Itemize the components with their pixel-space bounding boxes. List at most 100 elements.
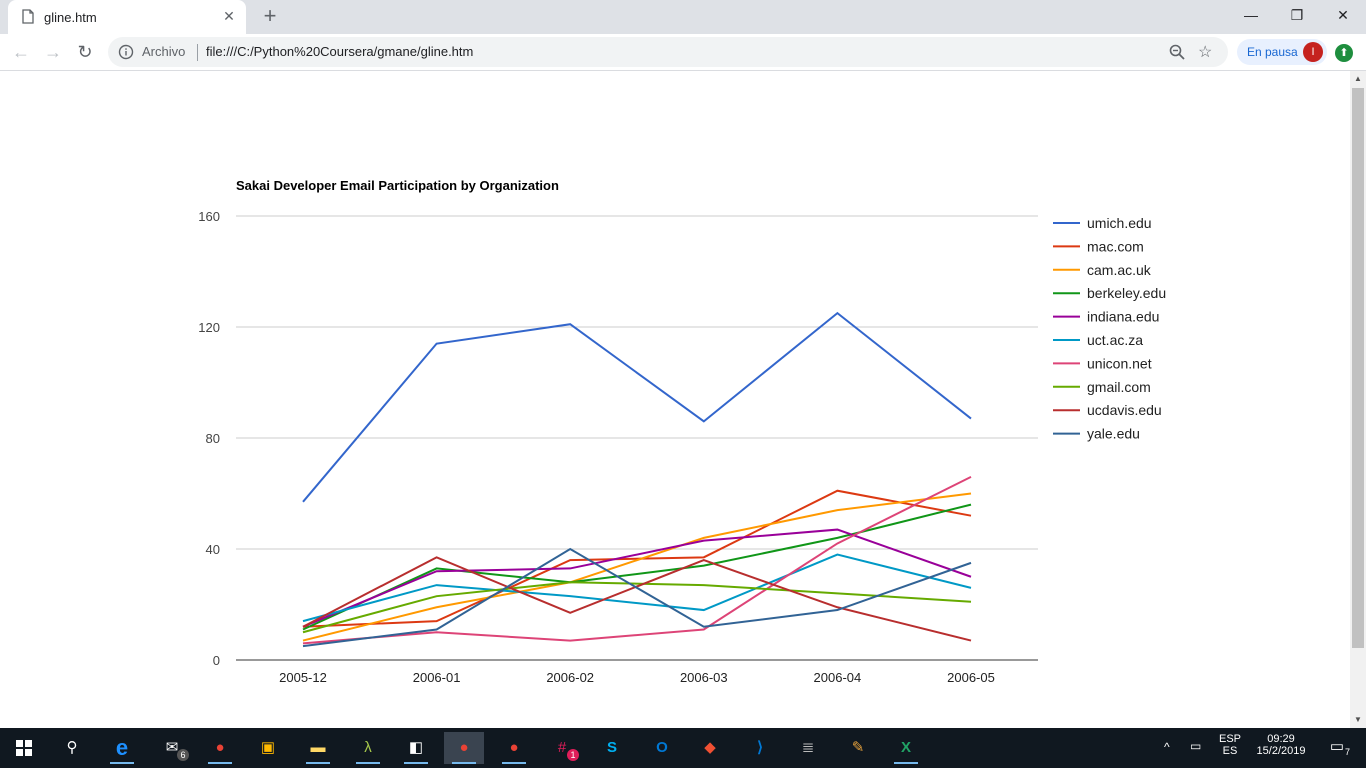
legend-label: umich.edu bbox=[1087, 215, 1152, 231]
file-icon bbox=[22, 9, 34, 24]
tab-strip: gline.htm ✕ + — ❐ ✕ bbox=[0, 0, 1366, 34]
browser-toolbar: ← → ↻ Archivo file:///C:/Python%20Course… bbox=[0, 34, 1366, 71]
bookmark-star-icon[interactable]: ☆ bbox=[1198, 42, 1216, 61]
legend-item[interactable]: uct.ac.za bbox=[1053, 332, 1143, 348]
slack-badge: 1 bbox=[567, 749, 579, 761]
legend-item[interactable]: umich.edu bbox=[1053, 215, 1152, 231]
legend-label: cam.ac.uk bbox=[1087, 262, 1152, 278]
slack-icon[interactable]: #1 bbox=[542, 732, 582, 764]
series-line-mac.com bbox=[302, 489, 972, 628]
forward-button[interactable]: → bbox=[42, 41, 64, 63]
security-label: Archivo bbox=[142, 44, 186, 59]
clock-date: 15/2/2019 bbox=[1256, 745, 1306, 757]
legend-item[interactable]: yale.edu bbox=[1053, 426, 1140, 442]
scroll-down-icon[interactable]: ▼ bbox=[1353, 715, 1363, 725]
mail-badge: 6 bbox=[177, 749, 189, 761]
legend-item[interactable]: ucdavis.edu bbox=[1053, 402, 1162, 418]
line-chart: Sakai Developer Email Participation by O… bbox=[198, 178, 1166, 685]
info-icon[interactable] bbox=[118, 44, 134, 60]
y-tick-label: 160 bbox=[198, 209, 220, 224]
legend-label: indiana.edu bbox=[1087, 309, 1159, 325]
scroll-up-icon[interactable]: ▲ bbox=[1353, 74, 1363, 84]
x-tick-label: 2006-02 bbox=[546, 670, 594, 685]
x-tick-label: 2006-01 bbox=[413, 670, 461, 685]
store-icon[interactable]: ▣ bbox=[248, 732, 288, 764]
minimize-button[interactable]: — bbox=[1228, 0, 1274, 30]
series-line-gmail.com bbox=[302, 581, 972, 634]
skype-icon[interactable]: S bbox=[592, 732, 632, 764]
legend-item[interactable]: indiana.edu bbox=[1053, 309, 1159, 325]
legend-item[interactable]: unicon.net bbox=[1053, 355, 1152, 371]
outlook-icon[interactable]: O bbox=[642, 732, 682, 764]
start-button[interactable] bbox=[4, 732, 44, 764]
y-tick-label: 0 bbox=[213, 653, 220, 668]
notification-icon[interactable]: ▭ 7 bbox=[1322, 737, 1352, 757]
clock-time: 09:29 bbox=[1267, 733, 1295, 745]
maximize-button[interactable]: ❐ bbox=[1274, 0, 1320, 30]
series-line-berkeley.edu bbox=[302, 503, 972, 631]
new-tab-button[interactable]: + bbox=[258, 5, 282, 29]
windows-taskbar: ⚲ e ✉ 6 ● ▣ ▬ λ ◧ ● ● #1 S O ◆ ⟩ ≣ ✎ X ^ … bbox=[0, 728, 1366, 768]
y-tick-label: 120 bbox=[198, 320, 220, 335]
chrome-icon[interactable]: ● bbox=[200, 732, 240, 764]
notification-count: 7 bbox=[1344, 747, 1350, 757]
python-launcher-icon[interactable]: λ bbox=[348, 732, 388, 764]
battery-icon[interactable]: ▭ bbox=[1190, 739, 1201, 753]
address-divider bbox=[197, 44, 198, 61]
chrome-active-icon[interactable]: ● bbox=[444, 732, 484, 764]
vscode-icon[interactable]: ⟩ bbox=[740, 732, 780, 764]
update-icon[interactable]: ⬆ bbox=[1335, 44, 1353, 62]
database-icon[interactable]: ≣ bbox=[788, 732, 828, 764]
profile-status: En pausa bbox=[1247, 45, 1298, 59]
avatar: I bbox=[1303, 42, 1323, 62]
git-icon[interactable]: ◆ bbox=[690, 732, 730, 764]
scrollbar-thumb[interactable] bbox=[1352, 88, 1364, 648]
series-line-indiana.edu bbox=[302, 528, 972, 628]
close-window-button[interactable]: ✕ bbox=[1320, 0, 1366, 30]
url-text[interactable]: file:///C:/Python%20Coursera/gmane/gline… bbox=[206, 44, 473, 59]
legend-label: mac.com bbox=[1087, 238, 1144, 254]
legend-label: yale.edu bbox=[1087, 426, 1140, 442]
tab-title: gline.htm bbox=[44, 10, 97, 25]
y-tick-label: 80 bbox=[206, 431, 220, 446]
legend-item[interactable]: gmail.com bbox=[1053, 379, 1151, 395]
vertical-scrollbar[interactable]: ▲ ▼ bbox=[1350, 71, 1366, 728]
tray-chevron-icon[interactable]: ^ bbox=[1164, 740, 1170, 754]
chart-title: Sakai Developer Email Participation by O… bbox=[236, 178, 559, 193]
legend-item[interactable]: cam.ac.uk bbox=[1053, 262, 1152, 278]
excel-icon[interactable]: X bbox=[886, 732, 926, 764]
legend-label: berkeley.edu bbox=[1087, 285, 1166, 301]
x-tick-label: 2006-04 bbox=[814, 670, 862, 685]
paint-icon[interactable]: ✎ bbox=[838, 732, 878, 764]
legend-item[interactable]: mac.com bbox=[1053, 238, 1144, 254]
y-tick-label: 40 bbox=[206, 542, 220, 557]
file-explorer-icon[interactable]: ▬ bbox=[298, 732, 338, 764]
back-button[interactable]: ← bbox=[10, 41, 32, 63]
legend-label: ucdavis.edu bbox=[1087, 402, 1162, 418]
x-tick-label: 2005-12 bbox=[279, 670, 327, 685]
language-code: ESP bbox=[1218, 733, 1241, 745]
legend-item[interactable]: berkeley.edu bbox=[1053, 285, 1166, 301]
page-content: Sakai Developer Email Participation by O… bbox=[0, 71, 1350, 728]
mail-icon[interactable]: ✉ 6 bbox=[152, 732, 192, 764]
chrome-profile-icon[interactable]: ● bbox=[494, 732, 534, 764]
windows-logo-icon bbox=[16, 740, 32, 756]
language-indicator[interactable]: ESP ES bbox=[1214, 733, 1246, 757]
legend-label: unicon.net bbox=[1087, 355, 1152, 371]
address-bar[interactable]: Archivo file:///C:/Python%20Coursera/gma… bbox=[108, 37, 1228, 67]
legend-label: gmail.com bbox=[1087, 379, 1151, 395]
series-line-cam.ac.uk bbox=[302, 492, 972, 642]
search-icon[interactable]: ⚲ bbox=[52, 732, 92, 764]
keyboard-layout: ES bbox=[1222, 745, 1238, 757]
sticky-notes-icon[interactable]: ◧ bbox=[396, 732, 436, 764]
x-tick-label: 2006-05 bbox=[947, 670, 995, 685]
edge-icon[interactable]: e bbox=[102, 732, 142, 764]
series-line-umich.edu bbox=[302, 311, 972, 503]
reload-button[interactable]: ↻ bbox=[74, 41, 96, 63]
profile-button[interactable]: En pausa I bbox=[1237, 39, 1327, 65]
tab-close-icon[interactable]: ✕ bbox=[220, 7, 238, 25]
x-tick-label: 2006-03 bbox=[680, 670, 728, 685]
browser-tab[interactable]: gline.htm ✕ bbox=[8, 0, 246, 34]
clock[interactable]: 09:29 15/2/2019 bbox=[1250, 733, 1312, 757]
zoom-icon[interactable] bbox=[1168, 43, 1186, 61]
